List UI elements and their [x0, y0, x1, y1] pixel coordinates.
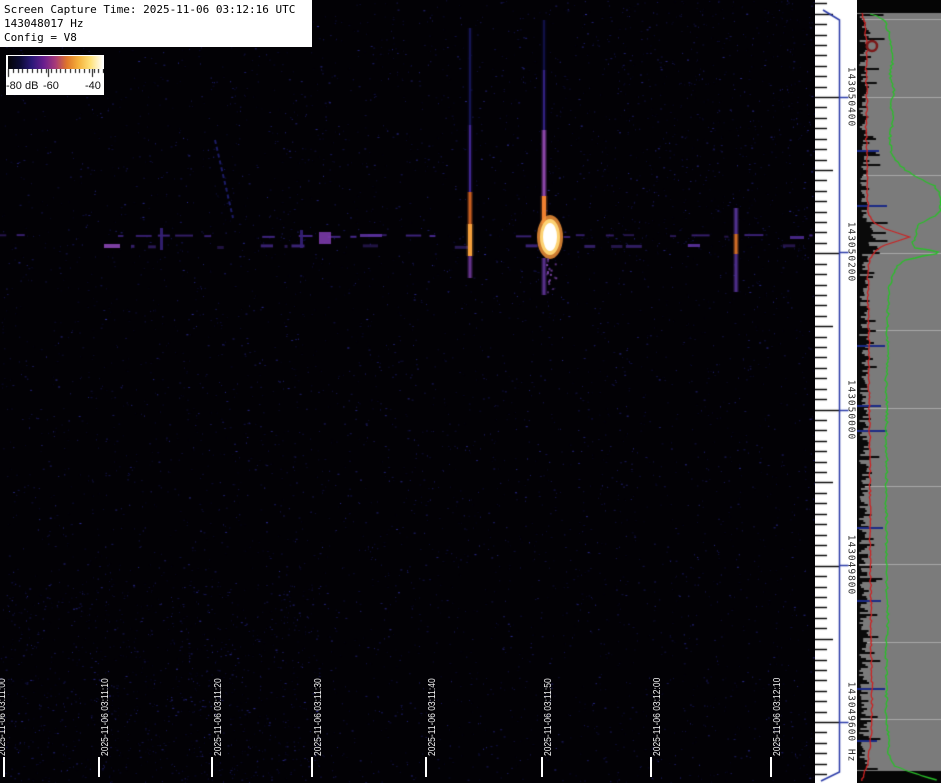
colorbar-ticks: [6, 69, 104, 80]
colorbar-label-40db: -40: [85, 80, 101, 92]
info-box: Screen Capture Time: 2025-11-06 03:12:16…: [0, 0, 312, 47]
freq-tick-label: 143049800: [846, 535, 857, 595]
freq-tick-label: 143050000: [846, 380, 857, 440]
frequency-text: 143048017 Hz: [4, 17, 308, 31]
freq-tick-label: 143050400: [846, 67, 857, 127]
colorbar-gradient: [8, 56, 103, 69]
freq-tick-label: 143049600 Hz: [846, 682, 857, 763]
spectrum-side-panel: [857, 0, 941, 783]
freq-tick-label: 143050200: [846, 222, 857, 282]
frequency-axis: 143050400 143050200 143050000 143049800 1430…: [815, 0, 857, 783]
config-text: Config = V8: [4, 31, 308, 45]
colorbar-label-60db: -60: [43, 80, 59, 92]
app-window: 2025-11-06 03:11:002025-11-06 03:11:1020…: [0, 0, 941, 783]
waterfall-spectrogram: [0, 0, 815, 783]
capture-time-text: Screen Capture Time: 2025-11-06 03:12:16…: [4, 3, 308, 17]
colorbar-label-80db: -80 dB: [6, 80, 38, 92]
intensity-colorbar: -80 dB -60 -40: [6, 55, 104, 95]
